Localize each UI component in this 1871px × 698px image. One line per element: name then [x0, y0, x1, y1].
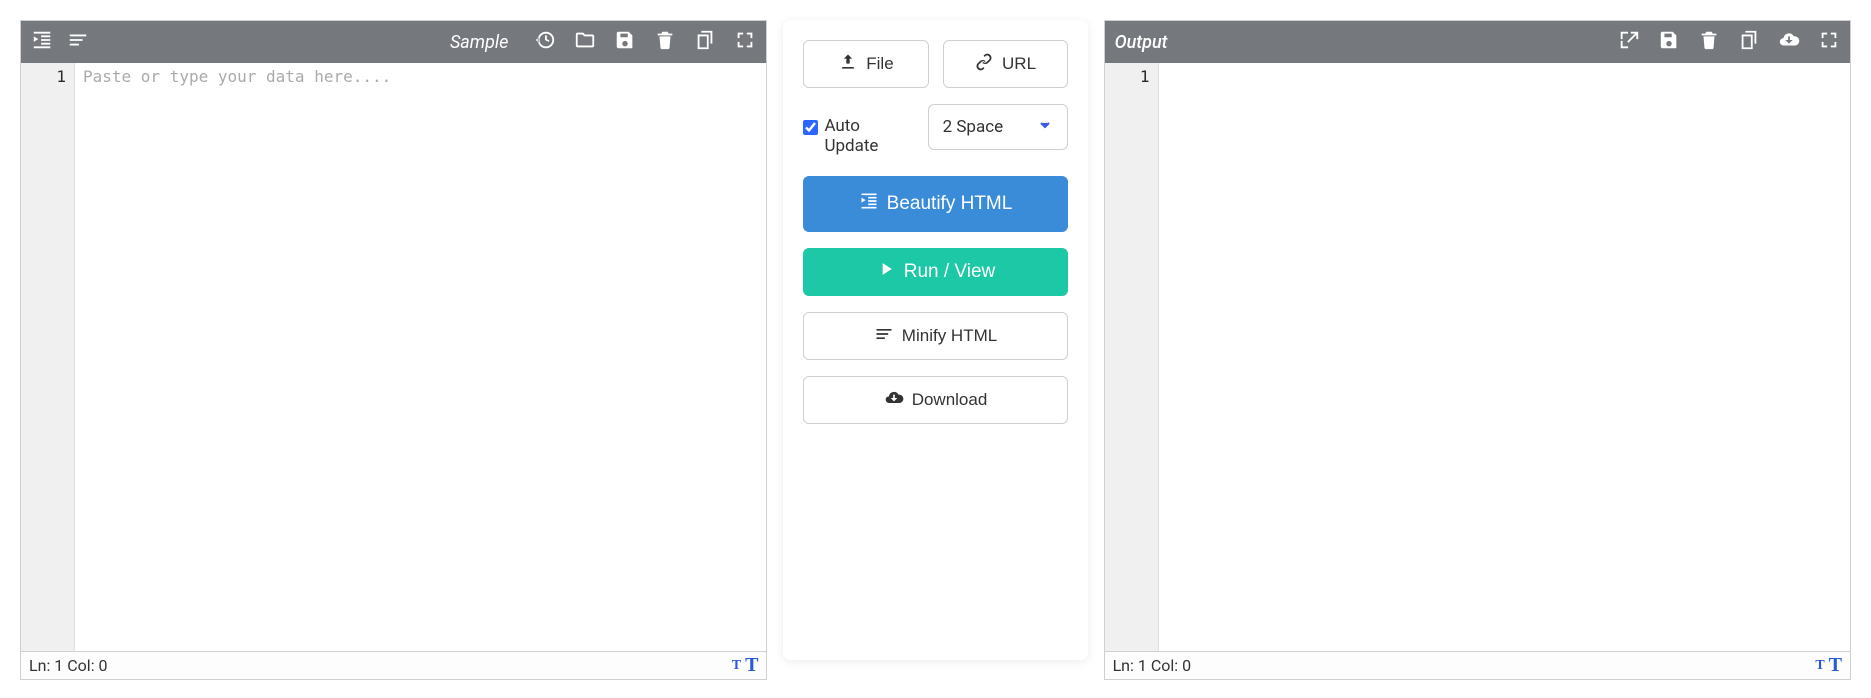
output-gutter: 1 [1105, 63, 1159, 651]
line-number: 1 [21, 67, 66, 86]
decrease-font-button[interactable]: T [1815, 658, 1824, 674]
cloud-download-icon [884, 388, 904, 413]
input-panel: Sample 1 Paste or type y [20, 20, 767, 680]
upload-icon [838, 52, 858, 77]
indent-select[interactable]: 2 Space [928, 104, 1068, 150]
folder-open-icon[interactable] [574, 29, 596, 55]
increase-font-button[interactable]: T [1829, 654, 1842, 677]
save-icon[interactable] [1658, 29, 1680, 55]
output-panel: Output 1 L [1104, 20, 1851, 680]
controls-panel: File URL AutoUpdate 2 Space Beautify HTM… [783, 20, 1087, 660]
input-editor-body[interactable]: Paste or type your data here.... [75, 63, 766, 651]
beautify-label: Beautify HTML [887, 193, 1013, 215]
delete-icon[interactable] [1698, 29, 1720, 55]
url-label: URL [1002, 54, 1036, 74]
save-icon[interactable] [614, 29, 636, 55]
output-cursor-status: Ln: 1 Col: 0 [1113, 656, 1192, 675]
file-upload-label: File [866, 54, 893, 74]
download-label: Download [912, 390, 988, 410]
run-button[interactable]: Run / View [803, 248, 1067, 296]
minify-button[interactable]: Minify HTML [803, 312, 1067, 360]
fullscreen-icon[interactable] [1818, 29, 1840, 55]
input-editor[interactable]: 1 Paste or type your data here.... [21, 63, 766, 651]
auto-update-checkbox[interactable] [803, 120, 818, 135]
input-cursor-status: Ln: 1 Col: 0 [29, 656, 108, 675]
menu-lines-icon [874, 324, 894, 349]
input-placeholder: Paste or type your data here.... [83, 67, 391, 86]
indent-select-value: 2 Space [943, 117, 1004, 137]
sample-button[interactable]: Sample [450, 32, 509, 53]
line-number: 1 [1105, 67, 1150, 86]
link-icon [974, 52, 994, 77]
open-external-icon[interactable] [1618, 29, 1640, 55]
input-footer: Ln: 1 Col: 0 T T [21, 651, 766, 679]
output-title: Output [1115, 32, 1168, 53]
chevron-down-icon [1037, 117, 1053, 138]
output-editor-body[interactable] [1159, 63, 1850, 651]
format-indent-icon[interactable] [31, 29, 53, 55]
copy-icon[interactable] [1738, 29, 1760, 55]
fullscreen-icon[interactable] [734, 29, 756, 55]
output-editor[interactable]: 1 [1105, 63, 1850, 651]
play-icon [876, 259, 896, 285]
minify-label: Minify HTML [902, 326, 997, 346]
menu-lines-icon[interactable] [67, 29, 89, 55]
input-gutter: 1 [21, 63, 75, 651]
input-toolbar: Sample [21, 21, 766, 63]
file-upload-button[interactable]: File [803, 40, 928, 88]
copy-icon[interactable] [694, 29, 716, 55]
format-indent-icon [859, 191, 879, 217]
output-toolbar: Output [1105, 21, 1850, 63]
increase-font-button[interactable]: T [745, 654, 758, 677]
beautify-button[interactable]: Beautify HTML [803, 176, 1067, 232]
decrease-font-button[interactable]: T [732, 658, 741, 674]
download-button[interactable]: Download [803, 376, 1067, 424]
run-label: Run / View [904, 261, 996, 283]
delete-icon[interactable] [654, 29, 676, 55]
url-button[interactable]: URL [943, 40, 1068, 88]
output-footer: Ln: 1 Col: 0 T T [1105, 651, 1850, 679]
history-icon[interactable] [534, 29, 556, 55]
auto-update-label: AutoUpdate [824, 116, 878, 156]
auto-update-checkbox-block[interactable]: AutoUpdate [803, 104, 878, 156]
cloud-download-icon[interactable] [1778, 29, 1800, 55]
